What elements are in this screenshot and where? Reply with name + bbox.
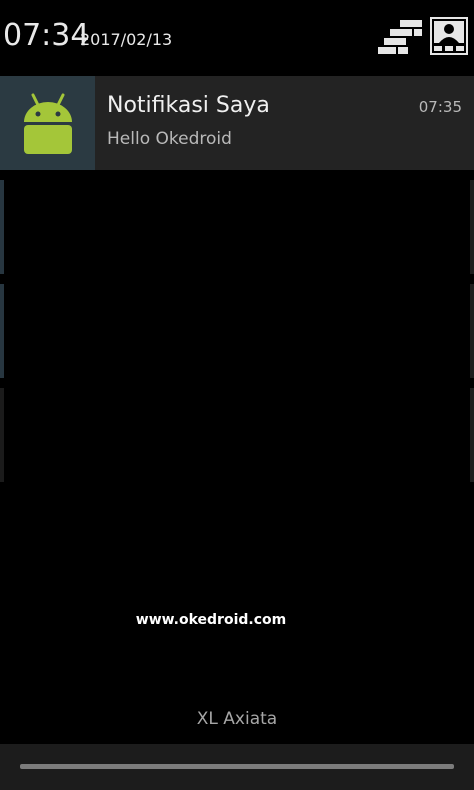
slot-edge-left [0,284,4,378]
notification-title: Notifikasi Saya [107,93,270,118]
notification-time: 07:35 [418,98,462,116]
clock[interactable]: 07:34 [3,18,89,53]
slot-edge-left [0,388,4,482]
watermark-text: www.okedroid.com [135,612,287,628]
slot-edge-right [470,388,474,482]
status-header: 07:34 2017/02/13 [0,0,474,76]
carrier-label: XL Axiata [196,709,278,729]
quick-settings-icon[interactable] [378,20,424,56]
notification-card[interactable]: Notifikasi Saya Hello Okedroid 07:35 [0,76,474,170]
slot-edge-right [470,180,474,274]
date[interactable]: 2017/02/13 [80,30,172,49]
android-icon [24,93,72,154]
slot-edge-left [0,180,4,274]
notification-icon-box [0,76,95,170]
drag-handle[interactable] [20,764,454,769]
notification-text: Hello Okedroid [107,129,232,149]
bottom-bar[interactable] [0,744,474,790]
profile-icon[interactable] [430,17,468,55]
slot-edge-right [470,284,474,378]
